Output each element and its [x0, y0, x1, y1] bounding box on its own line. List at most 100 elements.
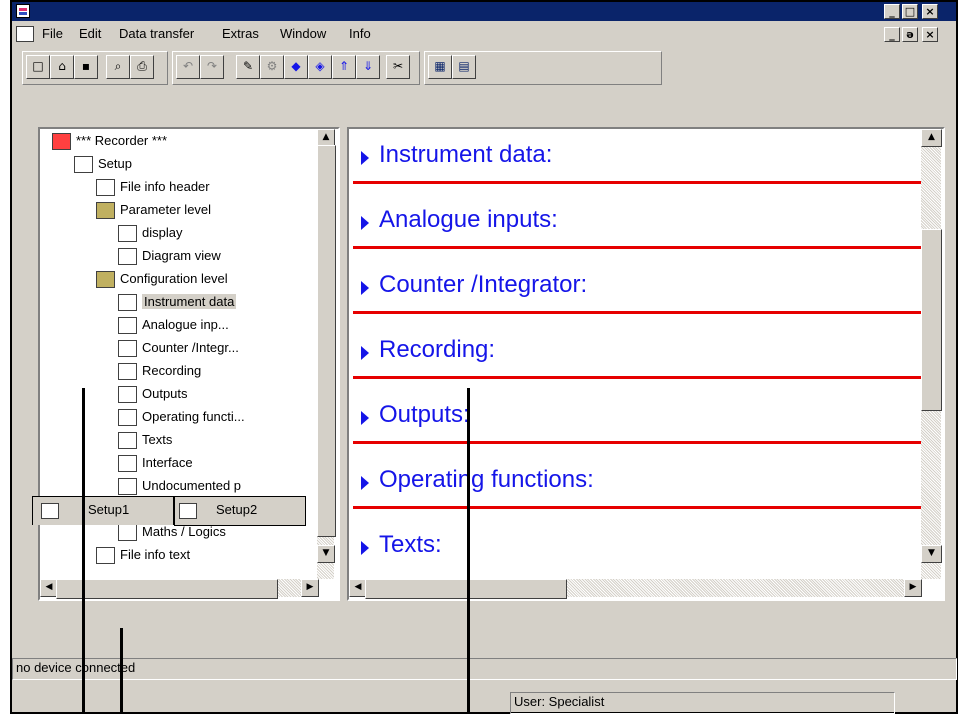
- document-icon: [118, 294, 137, 312]
- tree-item[interactable]: Interface: [118, 453, 193, 473]
- triangle-right-icon: [361, 216, 369, 230]
- child-restore-button[interactable]: ǝ: [902, 27, 918, 42]
- document-icon: [52, 133, 71, 151]
- maximize-button[interactable]: □: [902, 4, 918, 19]
- tree-item-label: Recording: [142, 363, 202, 378]
- transfer-all-icon[interactable]: ⚙: [260, 55, 284, 79]
- section-row[interactable]: Analogue inputs:: [349, 194, 924, 254]
- tree-item[interactable]: Operating functi...: [118, 407, 245, 427]
- cascade-icon[interactable]: ▦: [428, 55, 452, 79]
- tree-item[interactable]: Parameter level: [96, 200, 211, 220]
- user-status: User: Specialist: [510, 692, 895, 714]
- tree-item[interactable]: Instrument data: [118, 292, 237, 312]
- preview-icon[interactable]: ⌕: [106, 55, 130, 79]
- menu-info[interactable]: Info: [349, 26, 371, 41]
- content-scroll-thumb[interactable]: [921, 229, 942, 411]
- tree-vscroll[interactable]: ▲ ▼: [317, 129, 336, 579]
- content-scroll-right-icon[interactable]: ▶: [904, 579, 922, 597]
- hscroll-thumb[interactable]: [56, 579, 278, 599]
- section-divider: [353, 506, 921, 509]
- document-icon: [118, 524, 137, 542]
- scroll-thumb[interactable]: [317, 145, 336, 537]
- tree-item[interactable]: *** Recorder ***: [52, 131, 167, 151]
- content-scroll-down-icon[interactable]: ▼: [921, 545, 942, 563]
- tree-item[interactable]: display: [118, 223, 182, 243]
- tree-item[interactable]: Undocumented p: [118, 476, 241, 496]
- tree-item-label: Undocumented p: [142, 478, 242, 493]
- minimize-button[interactable]: _: [884, 4, 900, 19]
- transfer-icon[interactable]: ✎: [236, 55, 260, 79]
- section-title: Texts:: [379, 531, 442, 558]
- section-title: Counter /Integrator:: [379, 271, 588, 298]
- callout-line: [467, 388, 470, 714]
- callout-line: [82, 388, 85, 714]
- save-icon[interactable]: ▪: [74, 55, 98, 79]
- open-icon[interactable]: ⌂: [50, 55, 74, 79]
- menu-extras[interactable]: Extras: [222, 26, 259, 41]
- document-icon: [118, 455, 137, 473]
- tab-setup1[interactable]: Setup1: [32, 496, 174, 525]
- menu-edit[interactable]: Edit: [79, 26, 101, 41]
- new-icon[interactable]: □: [26, 55, 50, 79]
- tree-item-label: Parameter level: [120, 202, 212, 217]
- print-icon[interactable]: ⎙: [130, 55, 154, 79]
- scroll-down-icon[interactable]: ▼: [317, 545, 335, 563]
- tree-item[interactable]: Setup: [74, 154, 132, 174]
- menu-file[interactable]: File: [42, 26, 63, 41]
- receive-icon[interactable]: ◆: [284, 55, 308, 79]
- toolbar: □ ⌂ ▪ ⌕ ⎙ ↶ ↷ ✎ ⚙ ◆ ◈ ⇑ ⇓ ✂ ▦ ▤: [16, 49, 956, 87]
- tree-item-label: display: [142, 225, 183, 240]
- tab-setup2[interactable]: Setup2: [174, 496, 306, 526]
- document-icon: [118, 432, 137, 450]
- section-row[interactable]: Recording:: [349, 324, 924, 384]
- triangle-right-icon: [361, 281, 369, 295]
- tree-item[interactable]: File info header: [96, 177, 210, 197]
- content-scroll-up-icon[interactable]: ▲: [921, 129, 942, 147]
- tree-item[interactable]: Outputs: [118, 384, 188, 404]
- menu-window[interactable]: Window: [280, 26, 326, 41]
- document-icon: [118, 317, 137, 335]
- section-row[interactable]: Texts:: [349, 519, 924, 579]
- tree-item[interactable]: Texts: [118, 430, 172, 450]
- status-bar: no device connected User: Specialist: [12, 652, 957, 714]
- content-hscroll[interactable]: ◀ ▶: [349, 579, 922, 599]
- tree-item-label: Analogue inp...: [142, 317, 229, 332]
- tree-item[interactable]: Diagram view: [118, 246, 221, 266]
- tree-item[interactable]: Recording: [118, 361, 201, 381]
- tree-item-label: Operating functi...: [142, 409, 245, 424]
- child-minimize-button[interactable]: _: [884, 27, 900, 42]
- section-divider: [353, 311, 921, 314]
- section-divider: [353, 181, 921, 184]
- upload-icon[interactable]: ⇑: [332, 55, 356, 79]
- send-icon[interactable]: ◈: [308, 55, 332, 79]
- section-divider: [353, 441, 921, 444]
- title-bar: _ □ ×: [12, 2, 956, 21]
- app-icon[interactable]: [16, 4, 30, 18]
- tree-item[interactable]: Counter /Integr...: [118, 338, 239, 358]
- section-divider: [353, 246, 921, 249]
- triangle-right-icon: [361, 411, 369, 425]
- scroll-right-icon[interactable]: ▶: [301, 579, 319, 597]
- section-row[interactable]: Outputs:: [349, 389, 924, 449]
- menu-data-transfer[interactable]: Data transfer: [119, 26, 194, 41]
- child-close-button[interactable]: ×: [922, 27, 938, 42]
- redo-icon[interactable]: ↷: [200, 55, 224, 79]
- section-row[interactable]: Counter /Integrator:: [349, 259, 924, 319]
- tree-item[interactable]: Configuration level: [96, 269, 228, 289]
- cube-icon: [96, 271, 115, 289]
- content-hscroll-thumb[interactable]: [365, 579, 567, 599]
- section-row[interactable]: Operating functions:: [349, 454, 924, 514]
- content-vscroll[interactable]: ▲ ▼: [921, 129, 942, 579]
- connection-status: no device connected: [12, 658, 957, 680]
- triangle-right-icon: [361, 346, 369, 360]
- tree-item[interactable]: File info text: [96, 545, 190, 565]
- undo-icon[interactable]: ↶: [176, 55, 200, 79]
- section-row[interactable]: Instrument data:: [349, 129, 924, 189]
- tree-item[interactable]: Analogue inp...: [118, 315, 229, 335]
- document-icon[interactable]: [16, 26, 34, 42]
- close-button[interactable]: ×: [922, 4, 938, 19]
- tools-icon[interactable]: ✂: [386, 55, 410, 79]
- tile-icon[interactable]: ▤: [452, 55, 476, 79]
- section-title: Instrument data:: [379, 141, 553, 168]
- download-icon[interactable]: ⇓: [356, 55, 380, 79]
